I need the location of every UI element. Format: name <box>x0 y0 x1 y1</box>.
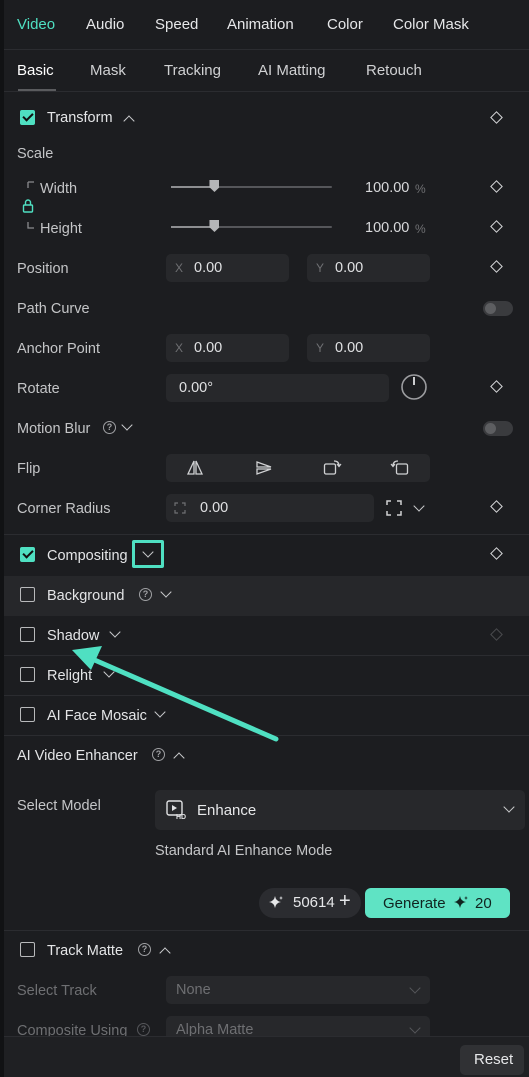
credits-button[interactable]: 50614 + <box>259 888 361 918</box>
track-matte-checkbox[interactable] <box>20 942 35 957</box>
help-icon: ? <box>137 1023 150 1036</box>
reset-button[interactable]: Reset <box>460 1045 524 1075</box>
generate-cost: 20 <box>475 895 492 912</box>
track-matte-title: Track Matte <box>47 943 124 959</box>
select-model-label: Select Model <box>17 798 101 814</box>
generate-label: Generate <box>383 895 446 912</box>
add-credits-icon[interactable]: + <box>339 890 351 913</box>
credits-value: 50614 <box>293 894 335 911</box>
svg-text:HD: HD <box>176 814 186 820</box>
reset-label: Reset <box>474 1051 514 1068</box>
divider <box>4 930 529 931</box>
sparkle-icon <box>269 896 283 908</box>
select-track-dropdown: None <box>166 976 430 1004</box>
model-dropdown[interactable]: HD Enhance <box>155 790 525 830</box>
select-track-value: None <box>176 982 211 998</box>
chevron-down-icon <box>409 1022 421 1034</box>
properties-panel: Video Audio Speed Animation Color Color … <box>4 0 529 1077</box>
help-icon[interactable]: ? <box>152 748 165 761</box>
help-icon[interactable]: ? <box>138 943 151 956</box>
footer-bar: Reset <box>4 1036 529 1077</box>
sparkle-icon <box>454 896 468 908</box>
select-track-label: Select Track <box>17 983 97 999</box>
model-value: Enhance <box>197 802 257 819</box>
mode-description: Standard AI Enhance Mode <box>155 843 333 859</box>
enhancer-title: AI Video Enhancer <box>17 748 138 764</box>
hd-video-icon: HD <box>166 800 186 820</box>
generate-button[interactable]: Generate 20 <box>365 888 510 918</box>
chevron-down-icon <box>409 982 421 994</box>
chevron-down-icon <box>503 801 515 813</box>
